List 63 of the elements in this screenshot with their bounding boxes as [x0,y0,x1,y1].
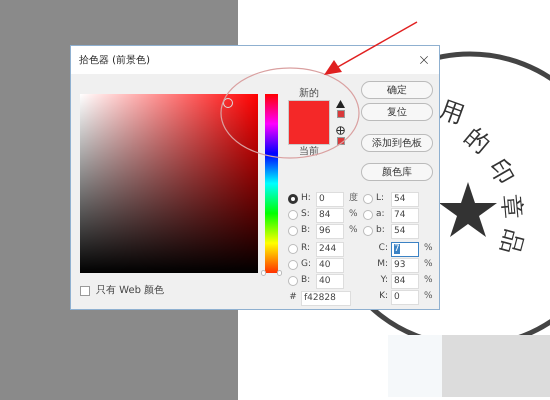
color-swatch [288,100,330,145]
dialog-button[interactable]: 复位 [361,103,433,121]
radio-button[interactable] [288,276,298,286]
value-field[interactable]: 0 [316,192,344,206]
field-label: B: [301,224,312,238]
value-field[interactable]: 244 [316,242,344,256]
field-label: H: [301,192,312,206]
field-label: R: [301,242,312,256]
stamp-character: 章 [499,194,525,220]
dialog-button[interactable]: 颜色库 [361,163,433,181]
unit-label: 度 [349,192,358,206]
star-icon [439,182,497,237]
field-label: a: [376,208,386,222]
hex-field[interactable]: f42828 [301,290,351,306]
radio-button[interactable] [288,194,298,204]
unit-label: % [349,208,358,222]
dialog-button[interactable]: 确定 [361,81,433,99]
current-label: 当前 [299,145,319,158]
radio-button[interactable] [288,226,298,236]
field-label: S: [301,208,311,222]
radio-button[interactable] [363,194,373,204]
unit-label: % [424,274,433,288]
color-marker[interactable] [223,98,233,108]
field-label: K: [378,290,388,304]
value-field[interactable]: 74 [391,208,419,222]
field-label: L: [376,192,386,206]
value-field[interactable]: 40 [316,274,344,288]
unit-label: % [424,242,433,256]
hex-label: # [288,291,298,304]
stamp-character: 品 [497,227,527,257]
radio-button[interactable] [363,210,373,220]
window-title: 拾色器 (前景色) [79,54,150,68]
field-label: b: [376,224,386,238]
warning-icon [336,100,345,108]
slider-thumb[interactable] [261,270,282,276]
color-field[interactable] [80,94,258,273]
color-chip[interactable] [336,110,344,118]
value-field[interactable]: 93 [391,258,419,272]
value-field[interactable]: 84 [391,274,419,288]
field-label: B: [301,274,312,288]
value-field[interactable]: 54 [391,224,419,238]
value-field[interactable]: 84 [316,208,344,222]
unit-label: % [424,290,433,304]
field-label: Y: [380,274,388,288]
field-label: M: [376,258,388,272]
new-label: 新的 [299,87,319,100]
checkbox[interactable] [80,286,90,296]
field-label: C: [378,242,388,256]
radio-button[interactable] [288,244,298,254]
value-field[interactable]: 7 [391,242,419,256]
value-field[interactable]: 54 [391,192,419,206]
radio-button[interactable] [288,260,298,270]
radio-button[interactable] [288,210,298,220]
unit-label: % [349,224,358,238]
dialog-button[interactable]: 添加到色板 [361,134,433,152]
checkbox-label: 只有 Web 颜色 [96,284,164,298]
value-field[interactable]: 96 [316,224,344,238]
radio-button[interactable] [363,226,373,236]
unit-label: % [424,258,433,272]
value-field[interactable]: 40 [316,258,344,272]
value-field[interactable]: 0 [391,290,419,304]
stamp-character: 印 [486,156,518,188]
field-label: G: [301,258,312,272]
